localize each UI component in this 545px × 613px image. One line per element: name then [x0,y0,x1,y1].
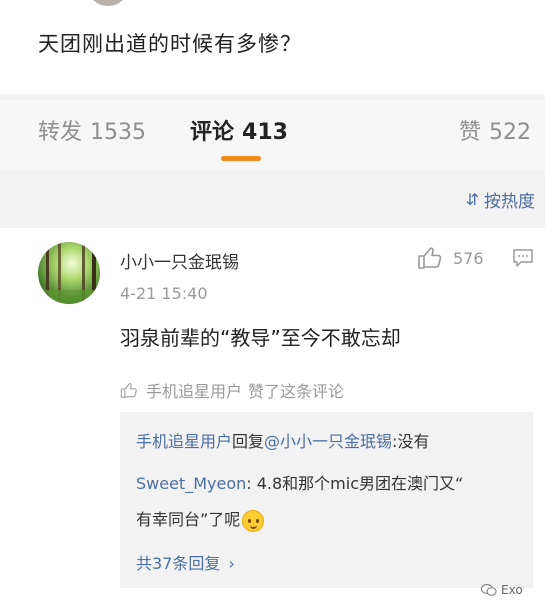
reply-user[interactable]: Sweet_Myeon [136,474,246,493]
smile-emoji-icon [242,509,265,532]
chevron-right-icon: › [228,554,235,573]
tab-like[interactable]: 赞 522 [459,114,531,146]
author-avatar[interactable] [88,0,128,6]
comment-item: 小小一只金珉锡 4-21 15:40 576 羽泉前辈的“教导”至今不敢忘却 手… [0,228,545,613]
tab-like-label: 赞 [458,120,481,145]
comment-username[interactable]: 小小一只金珉锡 [120,248,239,273]
replies-box: 手机追星用户回复@小小一只金珉锡:没有 Sweet_Myeon: 4.8和那个m… [120,412,533,588]
tab-like-count: 522 [489,120,531,145]
sort-label: 按热度 [484,192,535,212]
tab-comment-count: 413 [242,120,288,145]
reply-item-continued: 有幸同台”了呢 [136,506,265,532]
comment-like-count: 576 [453,248,484,268]
comment-text: 羽泉前辈的“教导”至今不敢忘却 [120,326,401,350]
reply-comment-icon[interactable] [512,248,534,272]
commenter-avatar[interactable] [38,242,100,304]
reply-verb: 回复 [232,432,265,451]
sort-bar: ⇵ 按热度 [0,172,545,224]
sort-icon: ⇵ [465,190,479,209]
view-all-replies-link[interactable]: 共37条回复 › [136,550,235,574]
watermark: Exo [481,583,523,597]
comment-time: 4-21 15:40 [120,284,208,303]
wechat-icon [481,583,497,596]
tab-comment[interactable]: 评论 413 [190,114,288,146]
reply-mention[interactable]: @小小一只金珉锡 [264,432,392,451]
liked-by-line: 手机追星用户 赞了这条评论 [120,378,344,402]
tab-repost-label: 转发 [38,120,83,145]
tab-bar: 转发 1535 评论 413 赞 522 [0,100,545,170]
reply-item: 手机追星用户回复@小小一只金珉锡:没有 [136,428,429,452]
watermark-text: Exo [501,583,523,597]
thumbs-up-icon [120,382,137,398]
sort-by-hot-button[interactable]: ⇵ 按热度 [466,187,535,212]
active-tab-indicator [221,156,261,161]
reply-content: 有幸同台”了呢 [136,510,241,529]
tab-comment-label: 评论 [190,120,235,145]
comment-like-button[interactable]: 576 [417,246,484,270]
liked-by-user[interactable]: 手机追星用户 [146,378,242,402]
tab-repost[interactable]: 转发 1535 [38,114,146,146]
reply-user[interactable]: 手机追星用户 [136,432,232,451]
thumbs-up-icon [418,247,442,269]
view-all-replies-label: 共37条回复 [136,554,221,573]
reply-content: :没有 [392,432,430,451]
reply-content: : 4.8和那个mic男团在澳门又“ [246,474,464,493]
post-header: 天团刚出道的时候有多惨？ [0,0,545,94]
post-text: 天团刚出道的时候有多惨？ [38,32,302,56]
reply-item: Sweet_Myeon: 4.8和那个mic男团在澳门又“ [136,470,463,494]
tab-repost-count: 1535 [90,120,147,145]
liked-by-suffix: 赞了这条评论 [248,382,345,401]
